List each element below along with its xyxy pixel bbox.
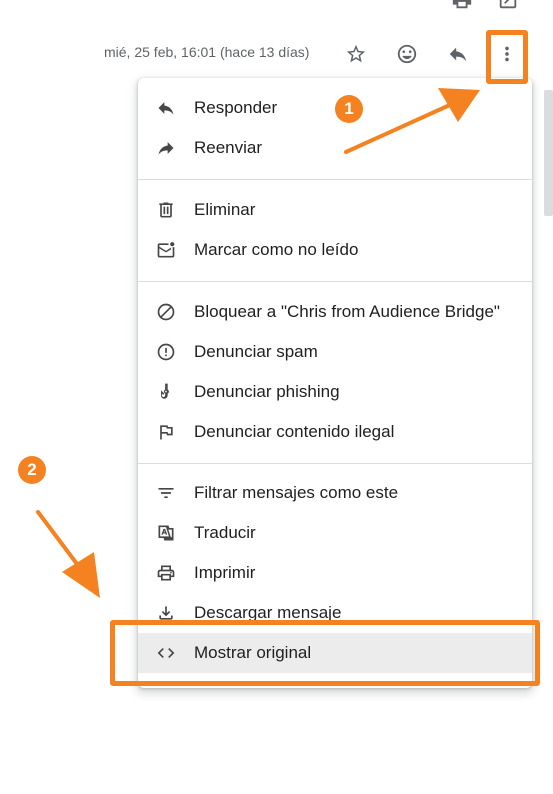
menu-item-print[interactable]: Imprimir xyxy=(138,553,532,593)
menu-divider xyxy=(138,179,532,180)
translate-icon xyxy=(156,523,176,543)
report-icon xyxy=(156,342,176,362)
menu-divider xyxy=(138,281,532,282)
scrollbar[interactable] xyxy=(544,90,553,216)
menu-item-label: Denunciar contenido ilegal xyxy=(194,422,395,441)
menu-divider xyxy=(138,463,532,464)
menu-item-label: Denunciar spam xyxy=(194,342,318,361)
open-in-new-icon[interactable] xyxy=(496,0,520,12)
mark-unread-icon xyxy=(156,240,176,260)
more-options-menu: Responder Reenviar Eliminar Marcar como … xyxy=(138,78,532,688)
step-2-badge: 2 xyxy=(18,456,46,484)
arrow-to-show-original xyxy=(36,510,100,598)
phishing-icon xyxy=(156,382,176,402)
print-icon xyxy=(156,563,176,583)
show-original-highlight xyxy=(110,620,540,686)
message-date: mié, 25 feb, 16:01 (hace 13 días) xyxy=(104,44,310,60)
block-icon xyxy=(156,302,176,322)
menu-item-translate[interactable]: Traducir xyxy=(138,513,532,553)
star-icon[interactable] xyxy=(344,42,368,66)
menu-item-label: Filtrar mensajes como este xyxy=(194,483,399,502)
menu-item-delete[interactable]: Eliminar xyxy=(138,190,532,230)
reply-icon[interactable] xyxy=(446,42,470,66)
menu-item-mark-unread[interactable]: Marcar como no leído xyxy=(138,230,532,270)
print-icon[interactable] xyxy=(450,0,474,12)
emoji-icon[interactable] xyxy=(395,42,419,66)
trash-icon xyxy=(156,200,176,220)
step-1-badge: 1 xyxy=(335,95,363,123)
reply-icon xyxy=(156,98,176,118)
menu-item-label: Bloquear a "Chris from Audience Bridge" xyxy=(194,302,500,321)
menu-item-label: Reenviar xyxy=(194,138,263,157)
menu-item-label: Responder xyxy=(194,98,278,117)
menu-item-forward[interactable]: Reenviar xyxy=(138,128,532,168)
menu-item-block[interactable]: Bloquear a "Chris from Audience Bridge" xyxy=(138,292,532,332)
menu-item-report-phishing[interactable]: Denunciar phishing xyxy=(138,372,532,412)
menu-item-report-illegal[interactable]: Denunciar contenido ilegal xyxy=(138,412,532,452)
more-button-highlight xyxy=(486,30,528,84)
filter-icon xyxy=(156,483,176,503)
menu-item-report-spam[interactable]: Denunciar spam xyxy=(138,332,532,372)
menu-item-label: Denunciar phishing xyxy=(194,382,340,401)
menu-item-label: Imprimir xyxy=(194,563,256,582)
menu-item-label: Traducir xyxy=(194,523,256,542)
menu-item-label: Eliminar xyxy=(194,200,256,219)
menu-item-label: Marcar como no leído xyxy=(194,240,359,259)
flag-icon xyxy=(156,422,176,442)
menu-item-filter[interactable]: Filtrar mensajes como este xyxy=(138,473,532,513)
forward-icon xyxy=(156,138,176,158)
